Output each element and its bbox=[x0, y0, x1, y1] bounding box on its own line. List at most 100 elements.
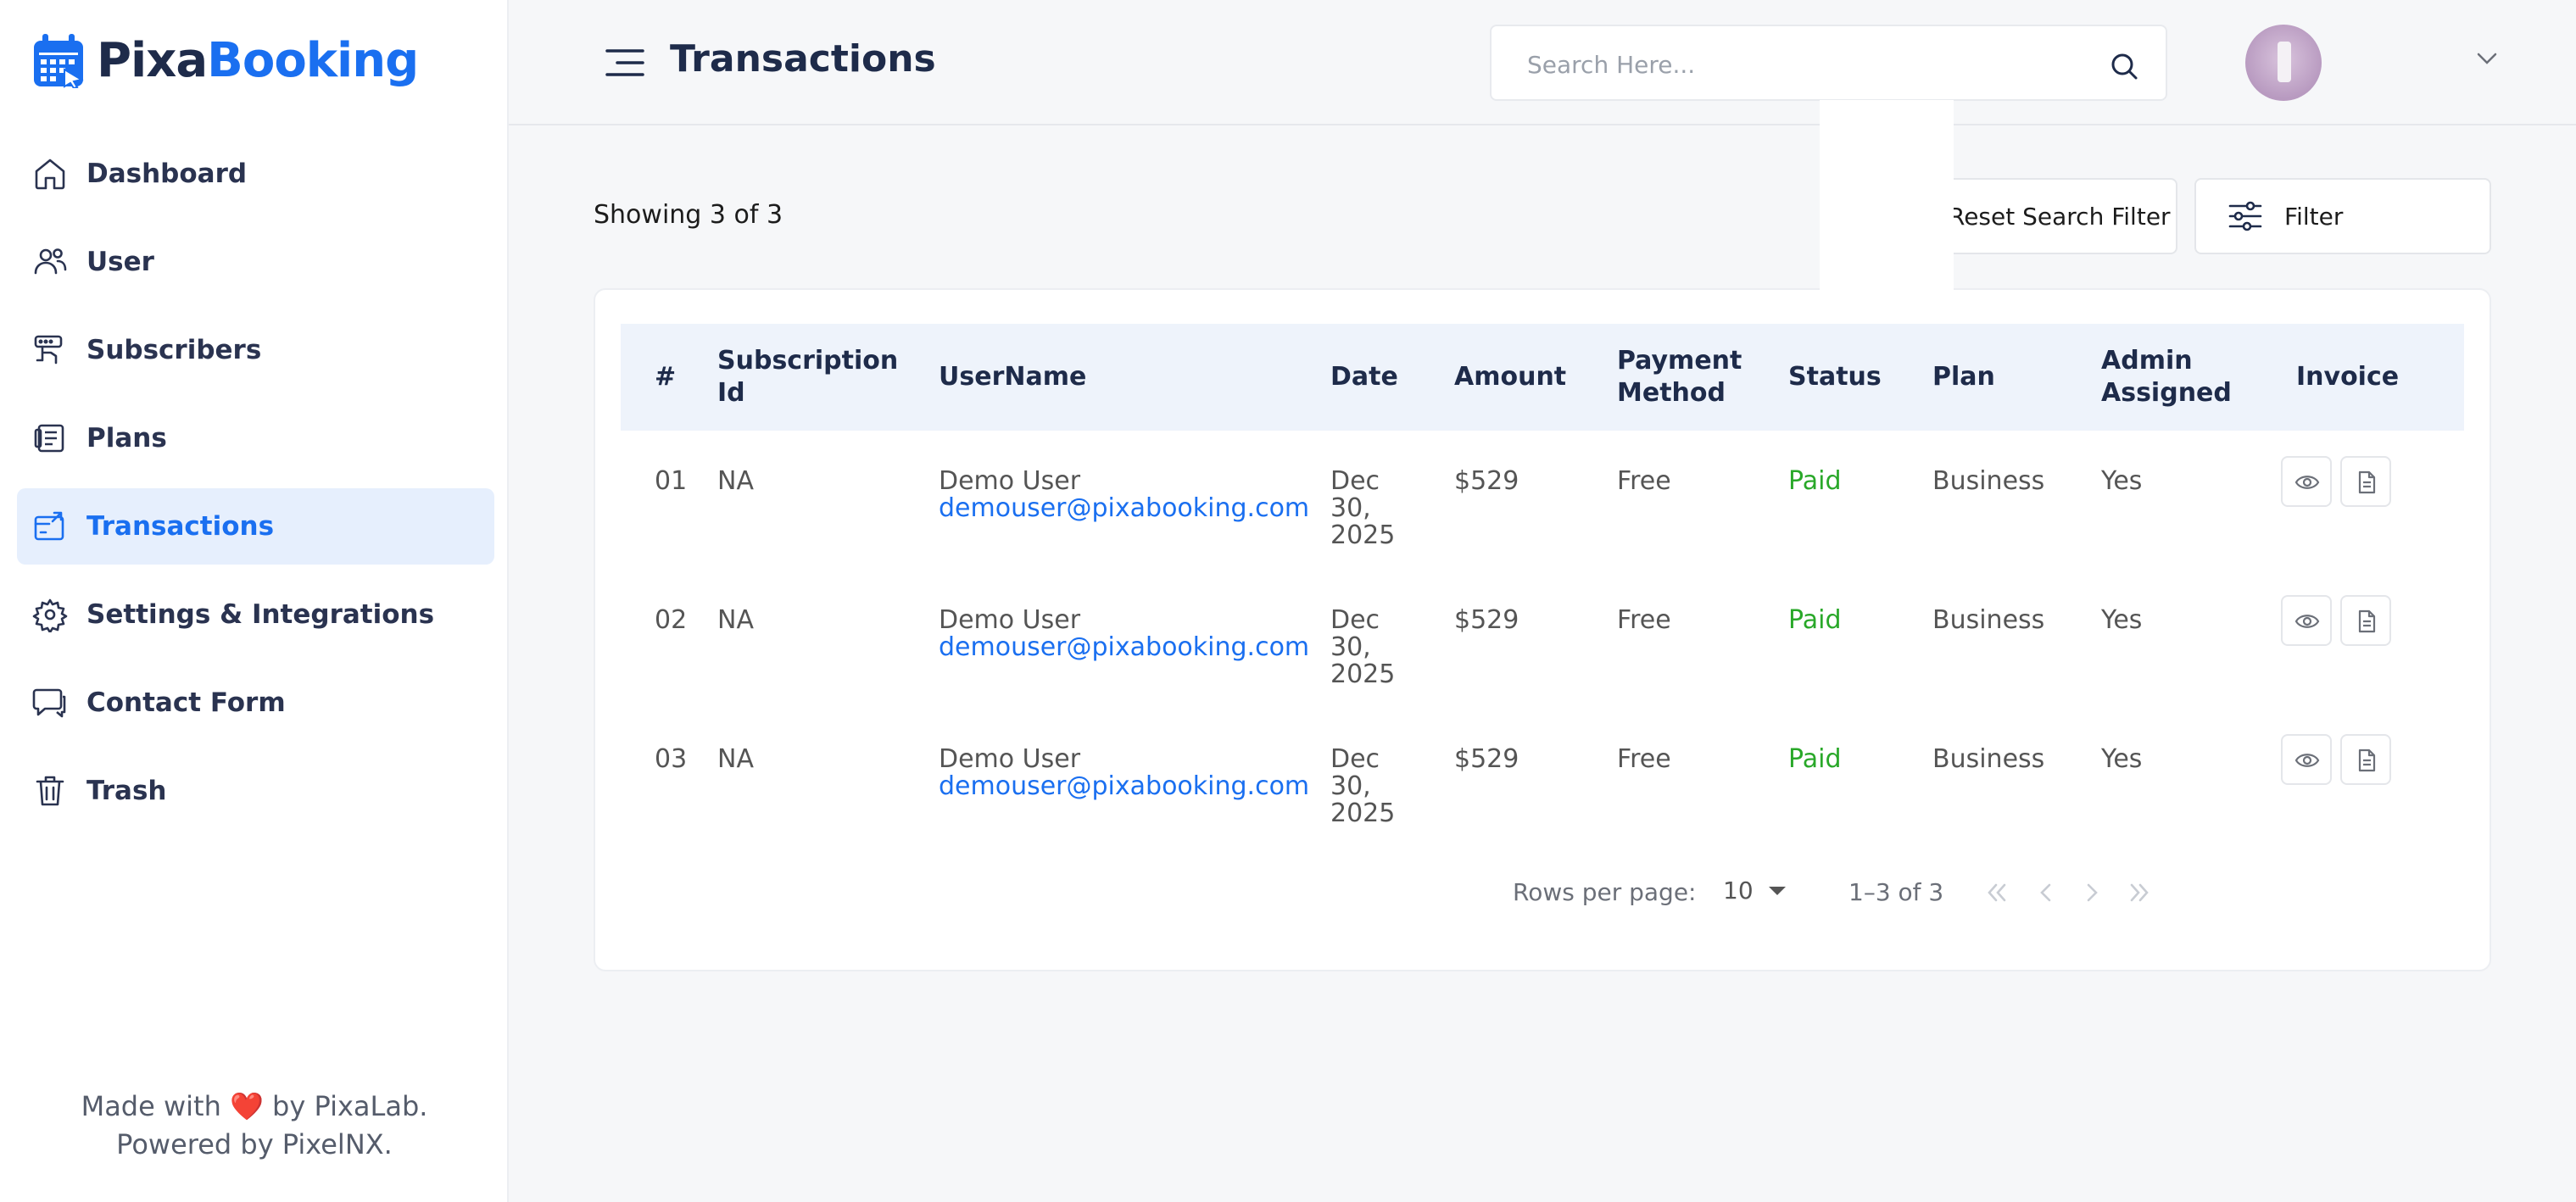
user-email[interactable]: demouser@pixabooking.com bbox=[939, 773, 1330, 800]
admin-assigned: Yes bbox=[2101, 466, 2143, 496]
column-header[interactable]: Payment Method bbox=[1617, 324, 1788, 431]
document-icon bbox=[2358, 470, 2376, 494]
date-month: Dec bbox=[1330, 605, 1380, 635]
sidebar-item-trash[interactable]: Trash bbox=[17, 753, 494, 829]
status-badge: Paid bbox=[1788, 605, 1842, 635]
rows-per-page-label: Rows per page: bbox=[1513, 878, 1697, 906]
row-number: 02 bbox=[655, 605, 688, 635]
sidebar-item-dashboard[interactable]: Dashboard bbox=[17, 136, 494, 212]
column-header[interactable]: Plan bbox=[1932, 324, 2101, 431]
user-name: Demo User bbox=[939, 605, 1081, 635]
table-row[interactable]: 01 NA Demo User demouser@pixabooking.com… bbox=[621, 431, 2464, 570]
sidebar-item-label: Plans bbox=[86, 423, 167, 454]
column-header[interactable]: # bbox=[621, 324, 717, 431]
date-cell: Dec 30, 2025 bbox=[1330, 431, 1454, 570]
payment-method: Free bbox=[1617, 744, 1671, 774]
trash-icon bbox=[36, 776, 64, 806]
user-email[interactable]: demouser@pixabooking.com bbox=[939, 495, 1330, 522]
brand-name-part2: Booking bbox=[207, 32, 419, 88]
brand-logo[interactable]: PixaBooking bbox=[32, 32, 419, 88]
sidebar-item-subscribers[interactable]: Subscribers bbox=[17, 312, 494, 388]
subscription-id: NA bbox=[717, 744, 754, 774]
date-year: 2025 bbox=[1330, 520, 1396, 550]
status-badge: Paid bbox=[1788, 744, 1842, 774]
download-invoice-button[interactable] bbox=[2340, 734, 2391, 785]
eye-icon bbox=[2294, 615, 2320, 628]
gear-icon bbox=[32, 598, 68, 632]
brand-name: PixaBooking bbox=[97, 32, 419, 88]
view-invoice-button[interactable] bbox=[2281, 734, 2332, 785]
hamburger-menu-icon[interactable] bbox=[605, 47, 644, 78]
document-icon bbox=[2358, 748, 2376, 772]
column-header[interactable]: Subscription Id bbox=[717, 324, 939, 431]
sidebar-item-label: Trash bbox=[86, 776, 167, 806]
filter-sliders-icon bbox=[2228, 201, 2262, 231]
sidebar-item-label: Subscribers bbox=[86, 335, 262, 365]
column-header-text: Subscription Id bbox=[717, 346, 899, 408]
rows-per-page-select[interactable]: 10 bbox=[1723, 876, 1787, 904]
sidebar-item-label: Transactions bbox=[86, 511, 275, 542]
reset-button-label: Reset Search Filter bbox=[1949, 202, 2171, 231]
view-invoice-button[interactable] bbox=[2281, 456, 2332, 507]
sidebar-item-plans[interactable]: Plans bbox=[17, 400, 494, 476]
chevron-down-icon[interactable] bbox=[2476, 51, 2498, 66]
plan: Business bbox=[1932, 744, 2045, 774]
pagination-range: 1–3 of 3 bbox=[1848, 878, 1944, 906]
date-day: 30, bbox=[1330, 493, 1371, 523]
credits-line1: Made with ❤️ by PixaLab. bbox=[0, 1088, 509, 1126]
filter-button[interactable]: Filter bbox=[2194, 178, 2491, 254]
username-cell: Demo User demouser@pixabooking.com bbox=[939, 431, 1330, 570]
users-icon bbox=[34, 248, 67, 275]
sidebar-item-user[interactable]: User bbox=[17, 224, 494, 300]
column-header: Invoice bbox=[2296, 362, 2400, 392]
table-row[interactable]: 03 NA Demo User demouser@pixabooking.com… bbox=[621, 709, 2464, 848]
download-invoice-button[interactable] bbox=[2340, 456, 2391, 507]
footer-credits: Made with ❤️ by PixaLab. Powered by Pixe… bbox=[0, 1088, 509, 1164]
sidebar-item-label: Dashboard bbox=[86, 159, 248, 189]
table-row[interactable]: 02 NA Demo User demouser@pixabooking.com… bbox=[621, 570, 2464, 709]
sidebar-item-settings[interactable]: Settings & Integrations bbox=[17, 576, 494, 653]
date-cell: Dec 30, 2025 bbox=[1330, 709, 1454, 848]
next-page-icon[interactable] bbox=[2077, 878, 2106, 907]
invoice-actions bbox=[2281, 570, 2464, 709]
column-header[interactable]: UserName bbox=[939, 324, 1330, 431]
column-header[interactable]: Status bbox=[1788, 324, 1932, 431]
subscription-id: NA bbox=[717, 605, 754, 635]
search-box[interactable] bbox=[1490, 25, 2167, 101]
subscription-id: NA bbox=[717, 466, 754, 496]
previous-page-icon[interactable] bbox=[2032, 878, 2060, 907]
admin-assigned: Yes bbox=[2101, 605, 2143, 635]
search-icon[interactable] bbox=[2110, 52, 2138, 81]
eye-icon bbox=[2294, 476, 2320, 489]
user-email[interactable]: demouser@pixabooking.com bbox=[939, 634, 1330, 661]
admin-assigned: Yes bbox=[2101, 744, 2143, 774]
view-invoice-button[interactable] bbox=[2281, 595, 2332, 646]
sidebar-item-transactions[interactable]: Transactions bbox=[17, 488, 494, 565]
column-header-text: Admin Assigned bbox=[2101, 346, 2232, 408]
sidebar-item-label: User bbox=[86, 247, 154, 277]
sidebar-item-label: Contact Form bbox=[86, 687, 286, 718]
row-number: 01 bbox=[655, 466, 688, 496]
avatar-image bbox=[2278, 42, 2291, 82]
column-header[interactable]: Date bbox=[1330, 324, 1454, 431]
plans-icon bbox=[34, 424, 64, 453]
avatar[interactable] bbox=[2245, 25, 2322, 101]
credits-by: by PixaLab. bbox=[272, 1090, 428, 1122]
amount: $529 bbox=[1454, 744, 1519, 774]
credits-made-with: Made with bbox=[81, 1090, 221, 1122]
column-header[interactable]: Admin Assigned bbox=[2101, 324, 2296, 431]
home-icon bbox=[35, 159, 65, 190]
heart-icon: ❤️ bbox=[230, 1090, 264, 1122]
search-input[interactable] bbox=[1525, 47, 2105, 82]
transactions-table: # Subscription Id UserName Date Amount P… bbox=[621, 324, 2464, 848]
amount: $529 bbox=[1454, 605, 1519, 635]
first-page-icon[interactable] bbox=[1982, 878, 2011, 907]
chat-icon bbox=[32, 688, 66, 718]
sidebar-item-contact-form[interactable]: Contact Form bbox=[17, 665, 494, 741]
download-invoice-button[interactable] bbox=[2340, 595, 2391, 646]
column-header[interactable]: Amount bbox=[1454, 324, 1617, 431]
date-year: 2025 bbox=[1330, 659, 1396, 689]
sidebar-nav: Dashboard User Subscribers Plans Transac… bbox=[17, 136, 494, 841]
last-page-icon[interactable] bbox=[2125, 878, 2154, 907]
payment-method: Free bbox=[1617, 466, 1671, 496]
